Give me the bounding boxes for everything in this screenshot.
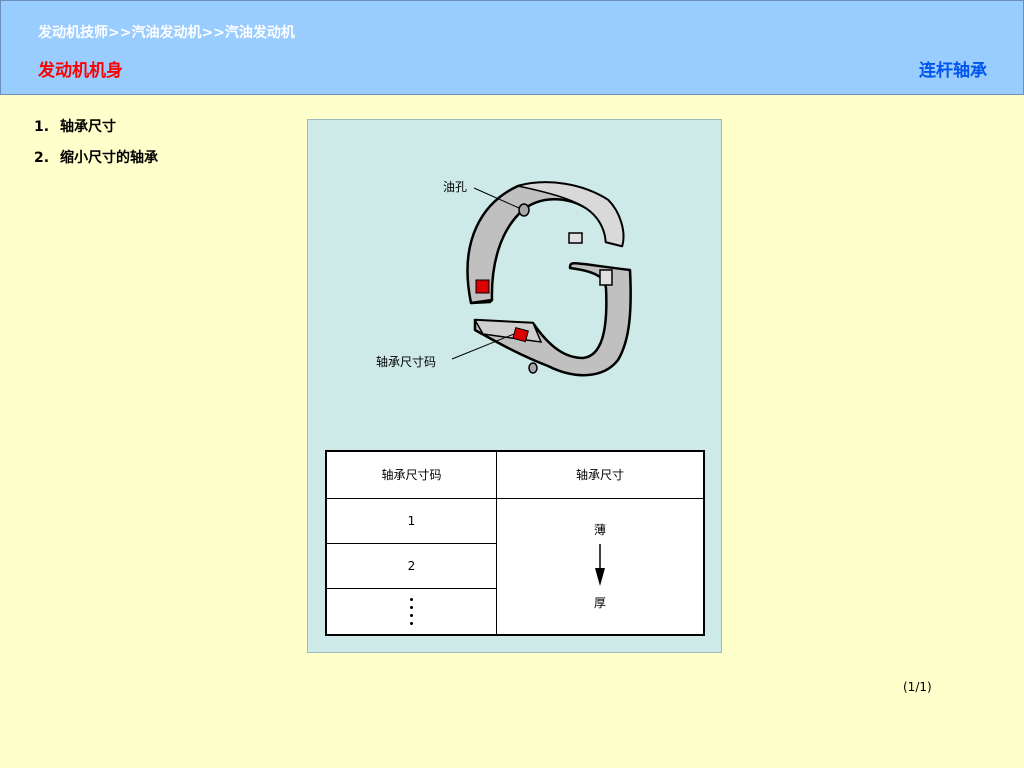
column-header: 轴承尺寸码 <box>325 450 497 499</box>
bearing-size-table: 轴承尺寸码 轴承尺寸 1 薄 厚 2 <box>325 450 705 636</box>
size-thin-label: 薄 <box>593 523 606 538</box>
size-code-label: 轴承尺寸码 <box>376 355 437 369</box>
oil-hole-label: 油孔 <box>443 180 468 194</box>
lower-locating-tab <box>599 269 613 286</box>
header-bar: 发动机技师>>汽油发动机>>汽油发动机 发动机机身 连杆轴承 <box>0 0 1024 95</box>
legend-item-label: 缩小尺寸的轴承 <box>60 150 158 166</box>
size-code-cell: 1 <box>325 497 497 544</box>
legend-item-label: 轴承尺寸 <box>60 119 116 135</box>
size-thick-label: 厚 <box>593 596 606 611</box>
legend-item-number: 2. <box>34 150 50 166</box>
legend-item: 1. 轴承尺寸 <box>34 118 158 149</box>
arrow-down-icon <box>595 544 605 587</box>
table-row: 1 薄 厚 <box>325 497 705 636</box>
ellipsis-cell <box>325 588 497 636</box>
column-header: 轴承尺寸 <box>496 450 705 499</box>
oil-hole <box>518 203 530 217</box>
page-title: 连杆轴承 <box>919 61 987 81</box>
section-title: 发动机机身 <box>38 61 123 81</box>
lower-hole <box>528 362 538 374</box>
legend-item: 2. 缩小尺寸的轴承 <box>34 149 158 180</box>
legend-list: 1. 轴承尺寸 2. 缩小尺寸的轴承 <box>34 118 158 180</box>
size-code-mark <box>475 279 490 294</box>
bearing-size-cell: 薄 厚 <box>496 497 705 636</box>
breadcrumb[interactable]: 发动机技师>>汽油发动机>>汽油发动机 <box>38 22 295 42</box>
page-indicator: (1/1) <box>903 680 932 694</box>
table-header-row: 轴承尺寸码 轴承尺寸 <box>325 450 705 499</box>
bearing-figure: 油孔 轴承尺寸码 轴承尺寸码 轴承尺寸 1 薄 厚 2 <box>307 119 722 653</box>
size-code-cell: 2 <box>325 542 497 590</box>
legend-item-number: 1. <box>34 119 50 135</box>
upper-locating-tab <box>568 232 583 244</box>
bearing-illustration <box>451 181 632 377</box>
vertical-ellipsis-icon <box>327 598 496 626</box>
